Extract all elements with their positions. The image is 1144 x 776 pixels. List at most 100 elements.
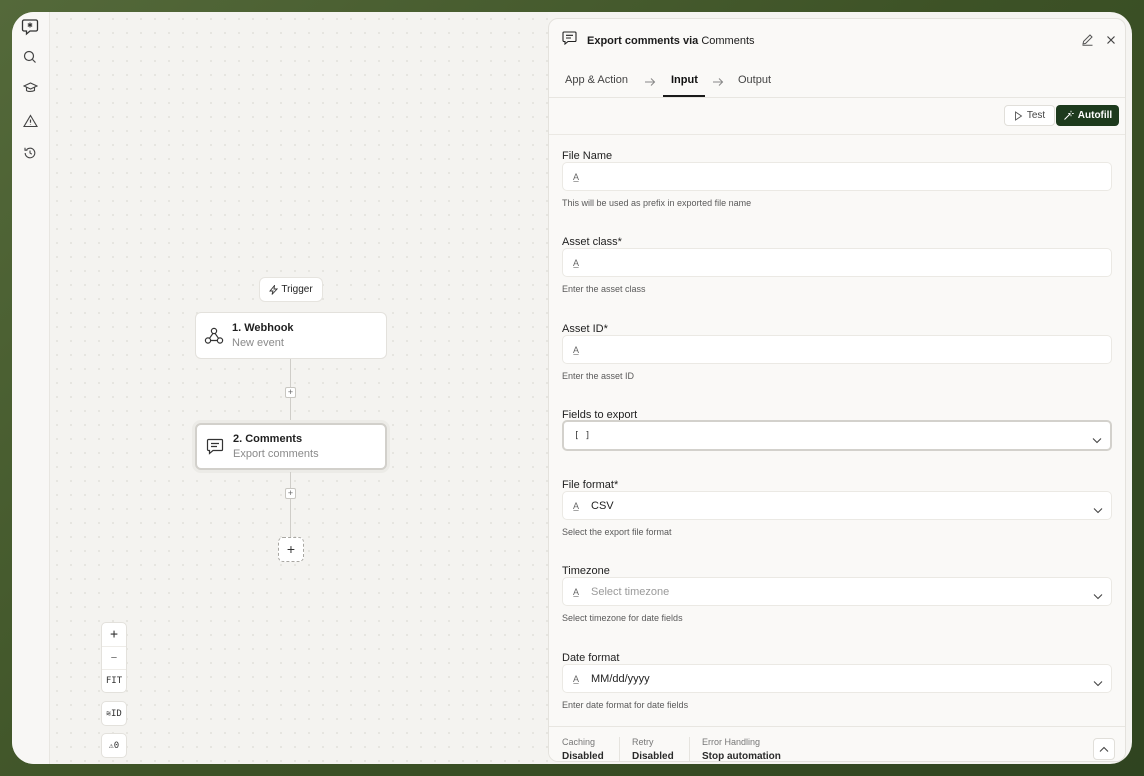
insert-step-button[interactable]: + xyxy=(285,488,296,499)
field-help: Enter the asset class xyxy=(562,284,646,294)
text-type-icon: A̲ xyxy=(573,586,580,597)
chevron-down-icon xyxy=(1093,501,1103,519)
field-help: Enter date format for date fields xyxy=(562,700,689,710)
edit-icon[interactable] xyxy=(1081,33,1094,51)
divider xyxy=(689,737,690,761)
fit-view-button[interactable]: FIT xyxy=(102,669,126,692)
autofill-button[interactable]: Autofill xyxy=(1056,105,1119,126)
active-tab-indicator xyxy=(663,95,705,97)
file-format-select[interactable]: A̲ CSV xyxy=(562,491,1112,520)
academy-icon[interactable] xyxy=(20,78,40,98)
field-help: Select timezone for date fields xyxy=(562,613,683,623)
tab-app-action[interactable]: App & Action xyxy=(565,74,628,86)
connector-line xyxy=(290,398,291,423)
panel-actions: Test Autofill xyxy=(549,98,1125,135)
panel-tabs: App & Action Input Output xyxy=(549,62,1125,98)
close-icon[interactable] xyxy=(1105,33,1117,51)
setting-value: Disabled xyxy=(562,751,604,762)
trigger-chip[interactable]: Trigger xyxy=(259,277,323,302)
magic-wand-icon xyxy=(1063,110,1074,120)
zoom-out-button[interactable]: — xyxy=(102,646,126,669)
expand-settings-button[interactable] xyxy=(1093,738,1115,760)
field-label: Timezone xyxy=(562,565,610,577)
app-window: Trigger 1. Webhook New event + 2. Commen… xyxy=(12,12,1132,764)
node-comments[interactable]: 2. Comments Export comments xyxy=(195,423,387,470)
comment-icon xyxy=(562,31,577,50)
chevron-up-icon xyxy=(1099,746,1109,752)
error-handling-setting[interactable]: Error Handling Stop automation xyxy=(702,737,781,762)
test-label: Test xyxy=(1026,110,1046,121)
connector-line xyxy=(290,499,291,537)
comment-icon xyxy=(197,438,233,455)
alert-icon[interactable] xyxy=(20,111,40,131)
bolt-icon xyxy=(269,284,279,295)
left-rail xyxy=(12,12,50,764)
fields-to-export-select[interactable]: [ ] xyxy=(562,420,1112,451)
field-label: File format* xyxy=(562,479,619,491)
text-type-icon: A̲ xyxy=(573,171,580,182)
chevron-down-icon xyxy=(1093,587,1103,605)
test-button[interactable]: Test xyxy=(1004,105,1055,126)
field-help: Enter the asset ID xyxy=(562,371,635,381)
step-config-panel: Export comments via Comments App & Actio… xyxy=(548,18,1126,762)
id-toggle-label: ID xyxy=(110,708,122,719)
chevron-down-icon xyxy=(1092,431,1102,449)
panel-footer: Caching Disabled Retry Disabled Error Ha… xyxy=(549,726,1125,762)
tab-input[interactable]: Input xyxy=(671,74,698,86)
timezone-select[interactable]: A̲ Select timezone xyxy=(562,577,1112,606)
zoom-in-button[interactable]: + xyxy=(102,623,126,646)
node-webhook[interactable]: 1. Webhook New event xyxy=(195,312,387,359)
caching-setting[interactable]: Caching Disabled xyxy=(562,737,604,762)
play-icon xyxy=(1014,110,1023,121)
node-title: 2. Comments xyxy=(233,433,303,445)
array-value: [ ] xyxy=(574,430,591,441)
date-format-select[interactable]: A̲ MM/dd/yyyy xyxy=(562,664,1112,693)
warnings-toggle[interactable]: ⚠ 0 xyxy=(101,733,127,758)
field-label: File Name xyxy=(562,150,613,162)
panel-header: Export comments via Comments xyxy=(549,19,1125,62)
field-placeholder: Select timezone xyxy=(591,585,670,598)
asset-class-input[interactable]: A̲ xyxy=(562,248,1112,277)
setting-value: Stop automation xyxy=(702,751,781,762)
arrow-right-icon xyxy=(712,74,724,92)
autofill-label: Autofill xyxy=(1077,110,1113,121)
connector-line xyxy=(290,359,291,387)
retry-setting[interactable]: Retry Disabled xyxy=(632,737,674,761)
workflow-canvas[interactable]: Trigger 1. Webhook New event + 2. Commen… xyxy=(50,12,548,764)
field-label: Asset ID* xyxy=(562,323,608,335)
zoom-controls: + — FIT xyxy=(101,622,127,693)
text-type-icon: A̲ xyxy=(573,673,580,684)
asset-id-input[interactable]: A̲ xyxy=(562,335,1112,364)
field-asset-class: Asset class* A̲ Enter the asset class xyxy=(562,236,1112,294)
divider xyxy=(619,737,620,761)
field-asset-id: Asset ID* A̲ Enter the asset ID xyxy=(562,323,1112,381)
field-file-name: File Name A̲ This will be used as prefix… xyxy=(562,150,1112,208)
field-help: Select the export file format xyxy=(562,527,672,537)
text-type-icon: A̲ xyxy=(573,344,580,355)
field-label: Date format xyxy=(562,652,620,664)
logo-icon[interactable] xyxy=(20,17,40,37)
id-toggle[interactable]: ≋ ID xyxy=(101,701,127,726)
add-step-button[interactable]: + xyxy=(278,537,304,562)
search-icon[interactable] xyxy=(20,47,40,67)
field-date-format: Date format A̲ MM/dd/yyyy Enter date for… xyxy=(562,652,1112,710)
field-file-format: File format* A̲ CSV Select the export fi… xyxy=(562,479,1112,537)
text-type-icon: A̲ xyxy=(573,257,580,268)
arrow-right-icon xyxy=(644,74,656,92)
history-icon[interactable] xyxy=(20,143,40,163)
node-subtitle: Export comments xyxy=(233,448,319,460)
trigger-label: Trigger xyxy=(281,284,313,295)
file-name-input[interactable]: A̲ xyxy=(562,162,1112,191)
node-subtitle: New event xyxy=(232,337,284,349)
setting-label: Retry xyxy=(632,737,654,747)
field-fields-to-export: Fields to export [ ] xyxy=(562,409,1112,451)
connector-line xyxy=(290,472,291,488)
field-value: CSV xyxy=(591,499,614,512)
node-title: 1. Webhook xyxy=(232,322,294,334)
field-timezone: Timezone A̲ Select timezone Select timez… xyxy=(562,565,1112,623)
input-form: File Name A̲ This will be used as prefix… xyxy=(549,136,1125,726)
insert-step-button[interactable]: + xyxy=(285,387,296,398)
field-value: MM/dd/yyyy xyxy=(591,672,650,685)
text-type-icon: A̲ xyxy=(573,500,580,511)
tab-output[interactable]: Output xyxy=(738,74,771,86)
